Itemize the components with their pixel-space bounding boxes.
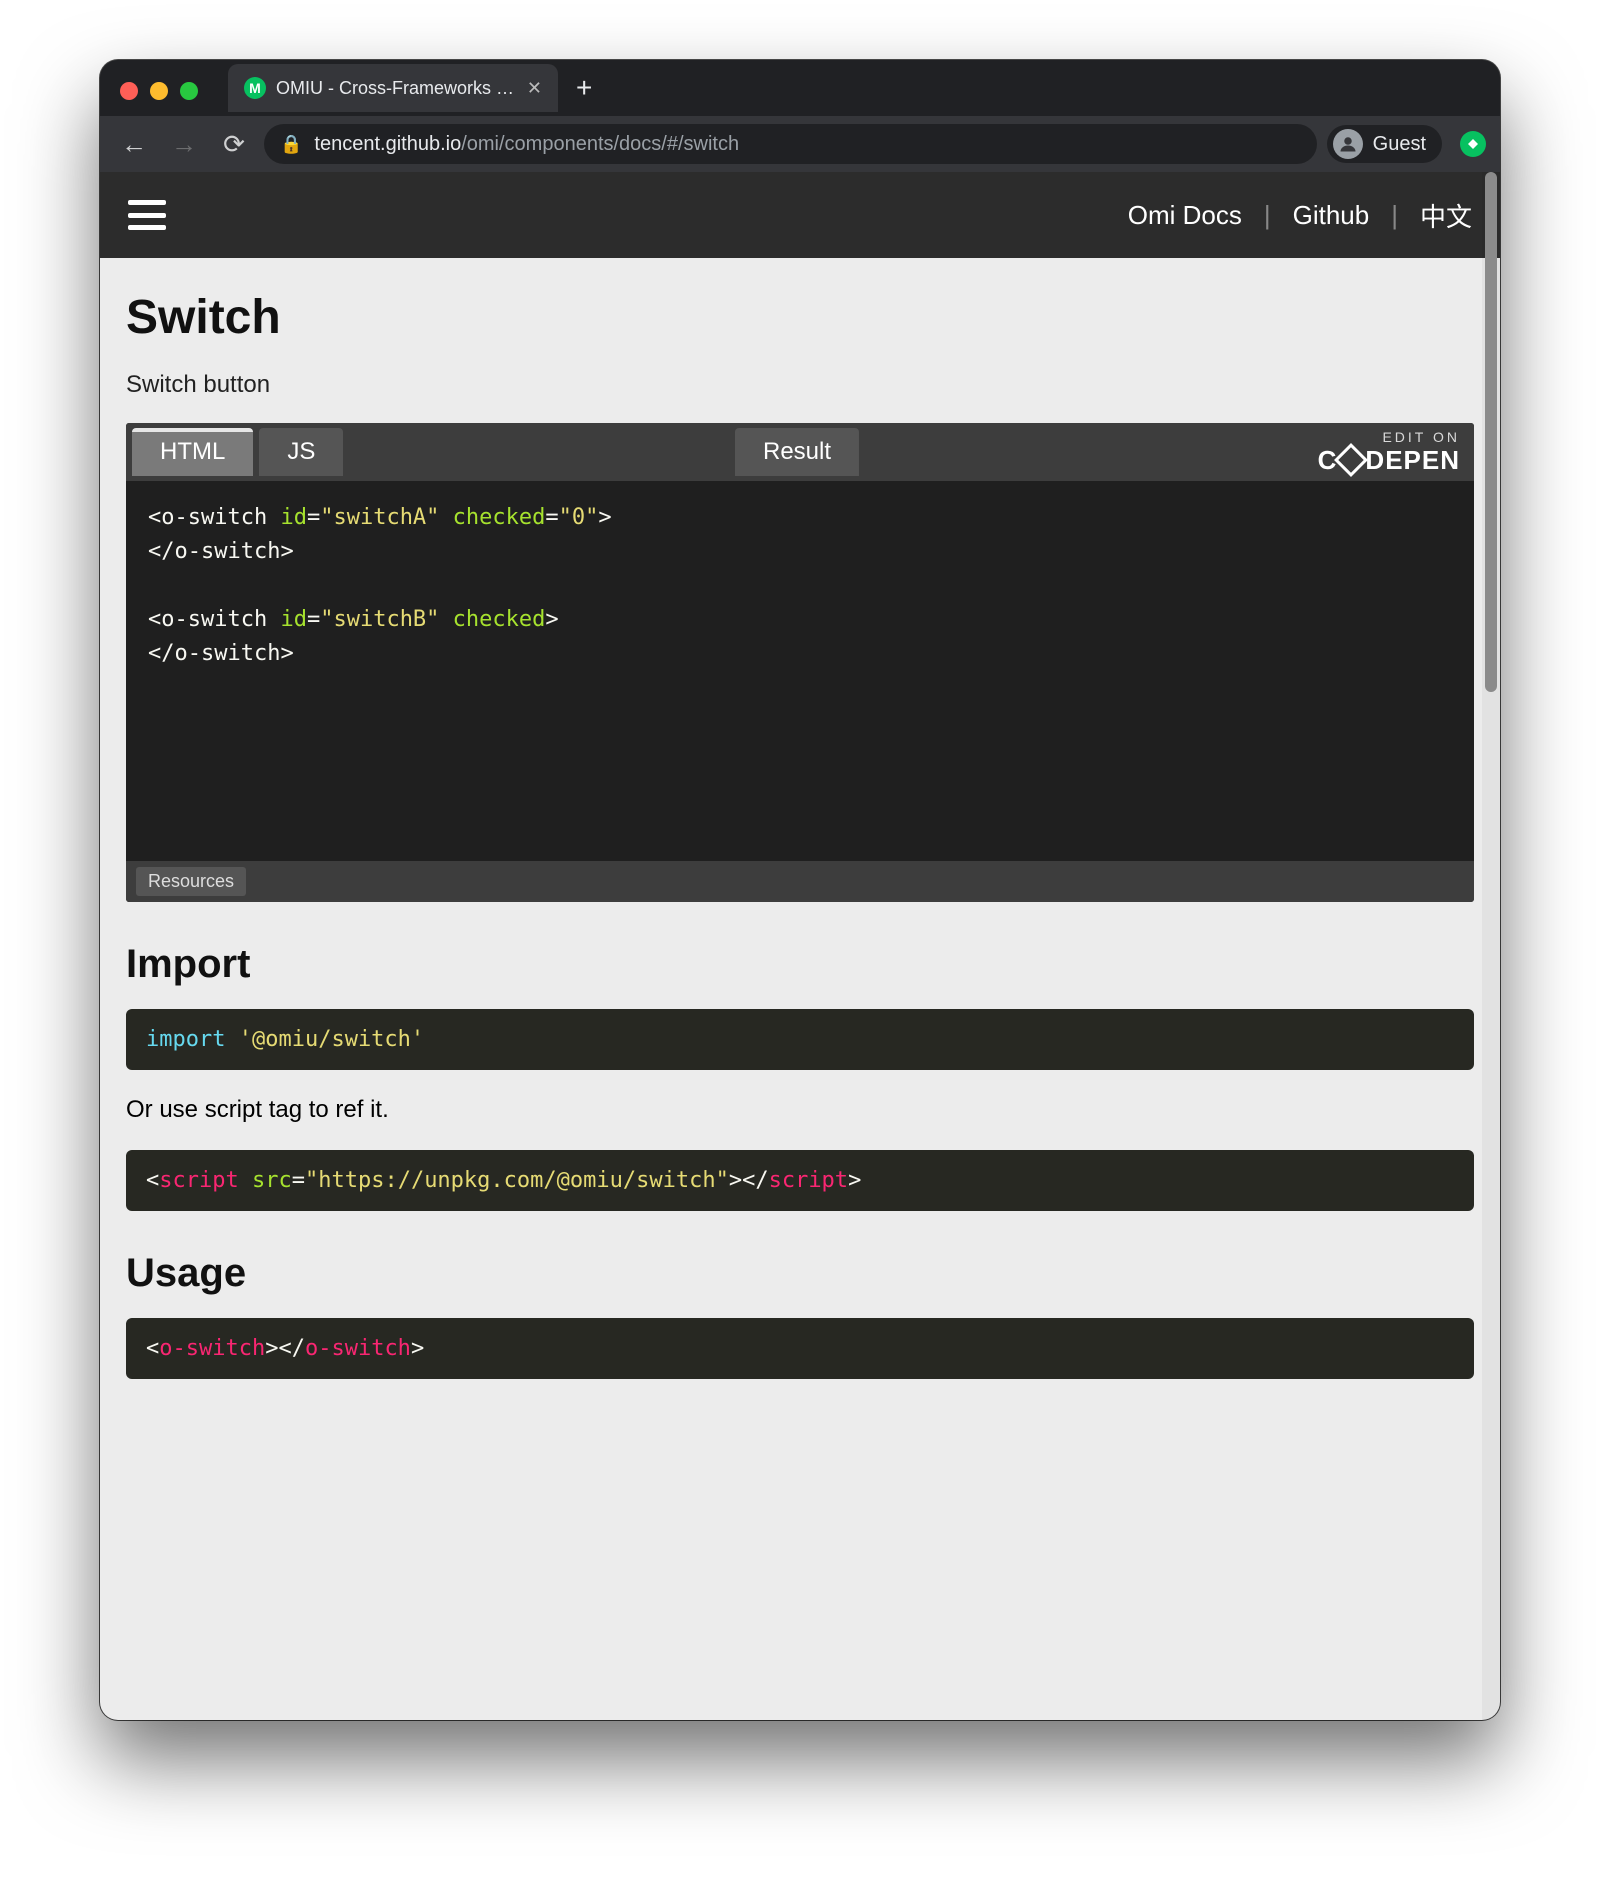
header-links: Omi Docs | Github | 中文 bbox=[1128, 197, 1472, 234]
codepen-tabs: HTML JS Result EDIT ON CDEPEN bbox=[126, 423, 1474, 481]
nav-reload-button[interactable]: ⟳ bbox=[214, 124, 254, 164]
codepen-code-panel[interactable]: <o-switch id="switchA" checked="0"> </o-… bbox=[126, 481, 1474, 861]
menu-icon[interactable] bbox=[128, 200, 166, 230]
codepen-edit-on-label: EDIT ON bbox=[1318, 429, 1460, 445]
code-import[interactable]: import '@omiu/switch' bbox=[126, 1009, 1474, 1070]
window-titlebar: M OMIU - Cross-Frameworks UI F ✕ + bbox=[100, 60, 1500, 116]
page-subtitle: Switch button bbox=[126, 371, 1474, 399]
link-github[interactable]: Github bbox=[1293, 200, 1370, 231]
scrollbar-thumb[interactable] bbox=[1485, 172, 1497, 692]
window-minimize-button[interactable] bbox=[150, 82, 168, 100]
codepen-resources-button[interactable]: Resources bbox=[136, 867, 246, 896]
codepen-tab-result[interactable]: Result bbox=[735, 428, 859, 476]
page-scrollbar[interactable] bbox=[1482, 172, 1500, 1720]
separator: | bbox=[1391, 200, 1398, 231]
browser-toolbar: ← → ⟳ 🔒 tencent.github.io/omi/components… bbox=[100, 116, 1500, 172]
codepen-logo: CDEPEN bbox=[1318, 445, 1460, 476]
address-bar[interactable]: 🔒 tencent.github.io/omi/components/docs/… bbox=[264, 124, 1317, 164]
page-content: Switch Switch button HTML JS Result EDIT… bbox=[100, 258, 1500, 1419]
codepen-footer: Resources bbox=[126, 861, 1474, 902]
lock-icon: 🔒 bbox=[280, 134, 302, 155]
tab-favicon-icon: M bbox=[244, 77, 266, 99]
tab-close-icon[interactable]: ✕ bbox=[527, 78, 542, 99]
tab-title: OMIU - Cross-Frameworks UI F bbox=[276, 78, 517, 99]
browser-tabstrip: M OMIU - Cross-Frameworks UI F ✕ + bbox=[228, 60, 610, 116]
section-import-heading: Import bbox=[126, 942, 1474, 987]
codepen-embed: HTML JS Result EDIT ON CDEPEN <o-switch … bbox=[126, 423, 1474, 902]
profile-chip[interactable]: Guest bbox=[1327, 125, 1442, 163]
codepen-tab-js[interactable]: JS bbox=[259, 428, 343, 476]
codepen-edit-link[interactable]: EDIT ON CDEPEN bbox=[1318, 429, 1460, 476]
separator: | bbox=[1264, 200, 1271, 231]
nav-back-button[interactable]: ← bbox=[114, 124, 154, 164]
avatar-icon bbox=[1333, 129, 1363, 159]
traffic-lights bbox=[120, 82, 198, 100]
url-host: tencent.github.io bbox=[314, 133, 461, 155]
codepen-tab-html[interactable]: HTML bbox=[132, 428, 253, 476]
link-language[interactable]: 中文 bbox=[1420, 197, 1472, 234]
code-script-tag[interactable]: <script src="https://unpkg.com/@omiu/swi… bbox=[126, 1150, 1474, 1211]
code-usage[interactable]: <o-switch></o-switch> bbox=[126, 1318, 1474, 1379]
import-or-text: Or use script tag to ref it. bbox=[126, 1096, 1474, 1124]
profile-label: Guest bbox=[1373, 133, 1426, 156]
new-tab-button[interactable]: + bbox=[558, 72, 610, 104]
browser-window: M OMIU - Cross-Frameworks UI F ✕ + ← → ⟳… bbox=[100, 60, 1500, 1720]
section-usage-heading: Usage bbox=[126, 1251, 1474, 1296]
window-close-button[interactable] bbox=[120, 82, 138, 100]
url-path: /omi/components/docs/#/switch bbox=[461, 133, 739, 155]
nav-forward-button[interactable]: → bbox=[164, 124, 204, 164]
page-title: Switch bbox=[126, 290, 1474, 345]
window-maximize-button[interactable] bbox=[180, 82, 198, 100]
site-header: Omi Docs | Github | 中文 bbox=[100, 172, 1500, 258]
browser-tab-active[interactable]: M OMIU - Cross-Frameworks UI F ✕ bbox=[228, 64, 558, 112]
extension-icon[interactable] bbox=[1460, 131, 1486, 157]
codepen-logo-icon bbox=[1334, 443, 1368, 477]
link-omi-docs[interactable]: Omi Docs bbox=[1128, 200, 1242, 231]
page-viewport: Omi Docs | Github | 中文 Switch Switch but… bbox=[100, 172, 1500, 1720]
